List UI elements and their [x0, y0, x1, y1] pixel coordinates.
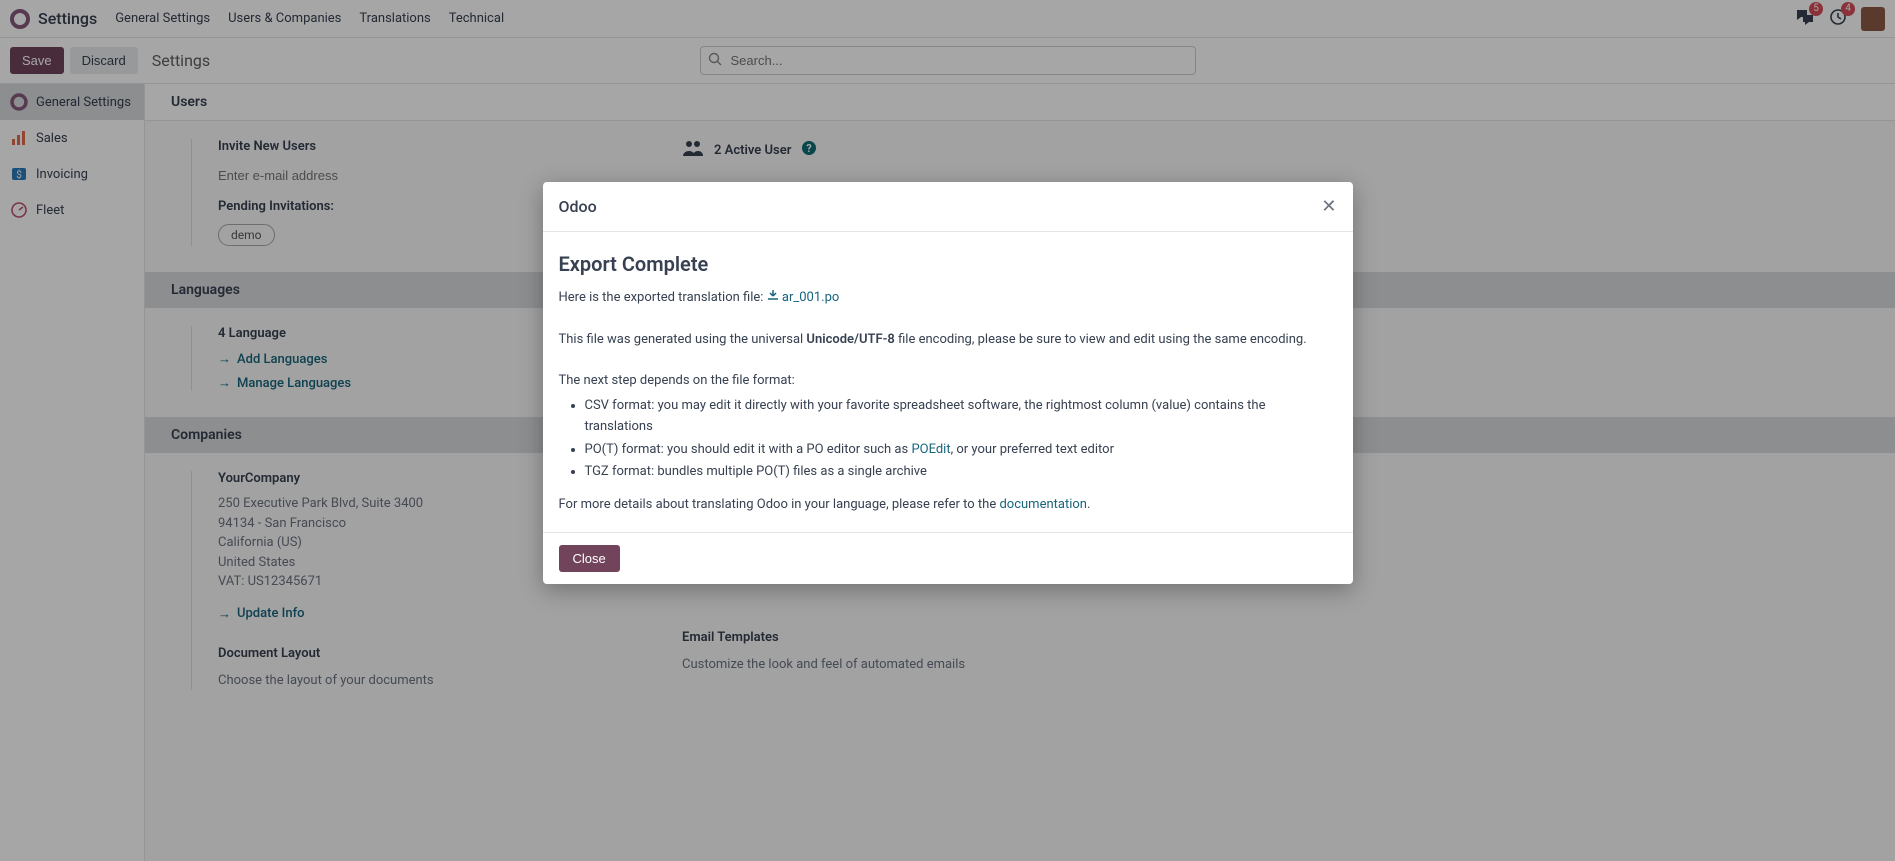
next-step-text: The next step depends on the file format…: [559, 371, 1337, 392]
documentation-note: For more details about translating Odoo …: [559, 495, 1337, 516]
modal-footer: Close: [543, 532, 1353, 584]
modal: Odoo ✕ Export Complete Here is the expor…: [543, 182, 1353, 584]
modal-title: Odoo: [559, 197, 597, 216]
export-complete-heading: Export Complete: [559, 248, 1337, 280]
export-intro-text: Here is the exported translation file:: [559, 290, 767, 305]
modal-header: Odoo ✕: [543, 182, 1353, 232]
modal-body: Export Complete Here is the exported tra…: [543, 232, 1353, 532]
close-button[interactable]: Close: [559, 545, 620, 572]
close-icon[interactable]: ✕: [1321, 196, 1336, 217]
format-tgz: TGZ format: bundles multiple PO(T) files…: [585, 462, 1337, 483]
poedit-link[interactable]: POEdit: [911, 442, 950, 457]
format-po: PO(T) format: you should edit it with a …: [585, 440, 1337, 461]
format-list: CSV format: you may edit it directly wit…: [585, 396, 1337, 483]
download-icon: [767, 290, 779, 305]
format-csv: CSV format: you may edit it directly wit…: [585, 396, 1337, 438]
export-intro: Here is the exported translation file: a…: [559, 288, 1337, 309]
modal-overlay[interactable]: Odoo ✕ Export Complete Here is the expor…: [0, 0, 1895, 861]
export-file-link[interactable]: ar_001.po: [782, 290, 839, 305]
encoding-note: This file was generated using the univer…: [559, 330, 1337, 351]
documentation-link[interactable]: documentation: [999, 497, 1087, 512]
